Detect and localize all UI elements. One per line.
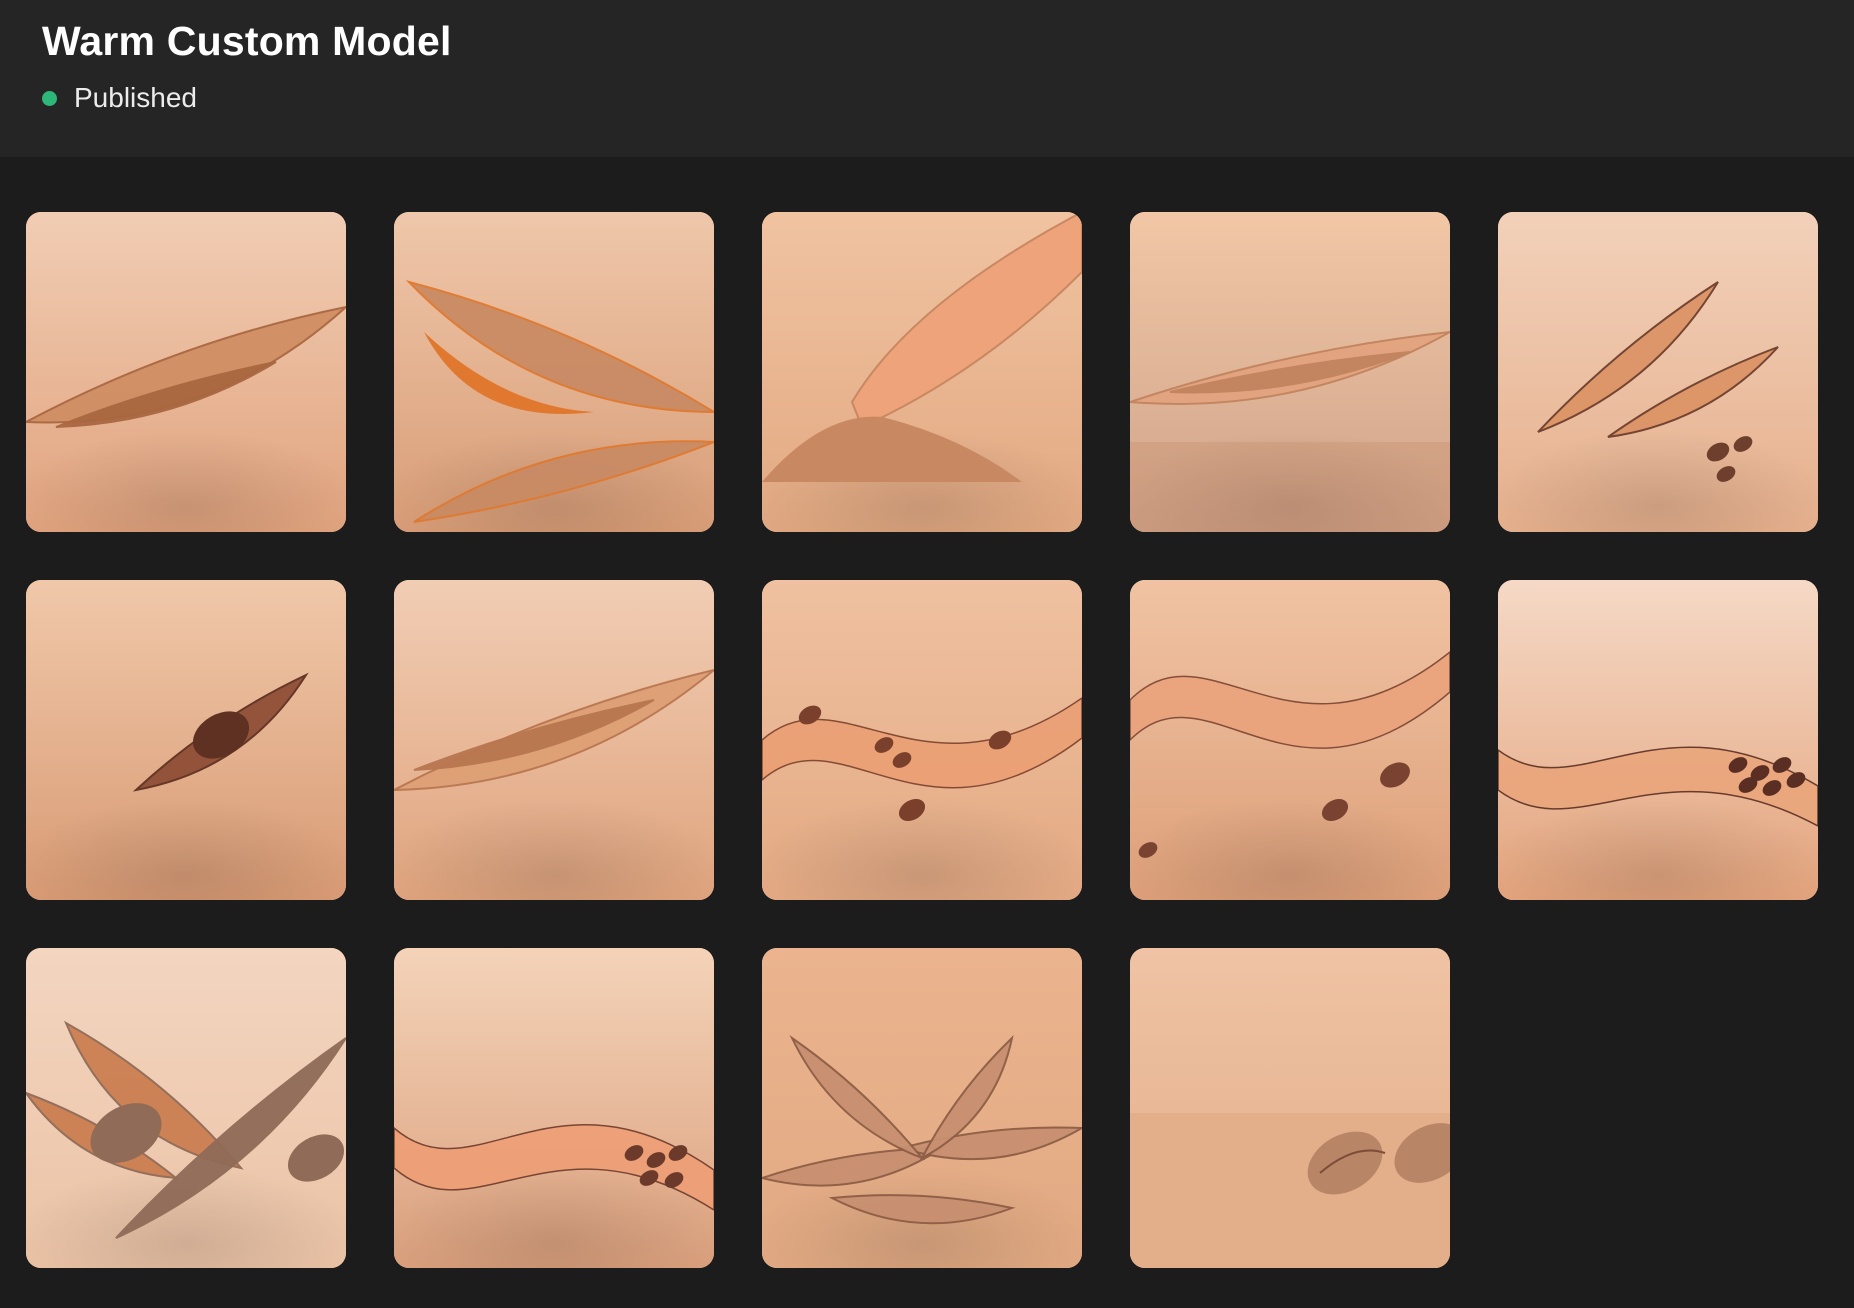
status-indicator: Published: [42, 80, 197, 116]
gallery-image-9-artwork: [1130, 580, 1450, 900]
gallery-image-10[interactable]: [1498, 580, 1818, 900]
gallery-image-5[interactable]: [1498, 212, 1818, 532]
gallery-image-2-artwork: [394, 212, 714, 532]
model-header: Warm Custom Model Published: [0, 0, 1854, 157]
gallery-image-4-artwork: [1130, 212, 1450, 532]
gallery-image-1-artwork: [26, 212, 346, 532]
gallery-image-11[interactable]: [26, 948, 346, 1268]
status-dot-icon: [42, 90, 57, 106]
gallery-image-13-artwork: [762, 948, 1082, 1268]
gallery-image-1[interactable]: [26, 212, 346, 532]
gallery-image-7[interactable]: [394, 580, 714, 900]
gallery-image-8[interactable]: [762, 580, 1082, 900]
gallery-image-12[interactable]: [394, 948, 714, 1268]
gallery-image-9[interactable]: [1130, 580, 1450, 900]
gallery-image-10-artwork: [1498, 580, 1818, 900]
gallery-image-3[interactable]: [762, 212, 1082, 532]
gallery-image-13[interactable]: [762, 948, 1082, 1268]
image-gallery: [26, 212, 1818, 1268]
gallery-image-14-artwork: [1130, 948, 1450, 1268]
gallery-image-14[interactable]: [1130, 948, 1450, 1268]
gallery-image-12-artwork: [394, 948, 714, 1268]
gallery-image-7-artwork: [394, 580, 714, 900]
gallery-image-3-artwork: [762, 212, 1082, 532]
gallery-image-5-artwork: [1498, 212, 1818, 532]
gallery-image-2[interactable]: [394, 212, 714, 532]
gallery-image-6[interactable]: [26, 580, 346, 900]
gallery-image-8-artwork: [762, 580, 1082, 900]
model-title: Warm Custom Model: [42, 18, 452, 64]
gallery-image-11-artwork: [26, 948, 346, 1268]
gallery-image-4[interactable]: [1130, 212, 1450, 532]
status-label: Published: [74, 82, 197, 113]
gallery-image-6-artwork: [26, 580, 346, 900]
